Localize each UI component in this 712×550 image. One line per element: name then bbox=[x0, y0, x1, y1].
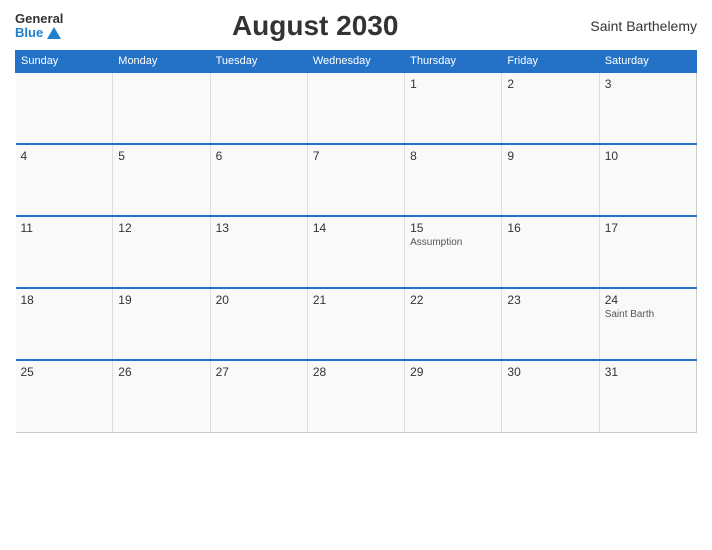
location-label: Saint Barthelemy bbox=[567, 18, 697, 34]
day-number: 14 bbox=[313, 221, 399, 235]
calendar-header: General Blue August 2030 Saint Barthelem… bbox=[15, 10, 697, 42]
calendar-cell: 27 bbox=[210, 360, 307, 432]
calendar-table: Sunday Monday Tuesday Wednesday Thursday… bbox=[15, 50, 697, 433]
calendar-cell bbox=[210, 72, 307, 144]
day-number: 19 bbox=[118, 293, 204, 307]
day-number: 30 bbox=[507, 365, 593, 379]
calendar-week-row: 456789 10 bbox=[16, 144, 697, 216]
day-number: 2 bbox=[507, 77, 593, 91]
day-number: 11 bbox=[21, 221, 108, 235]
day-number: 29 bbox=[410, 365, 496, 379]
calendar-cell bbox=[16, 72, 113, 144]
calendar-cell: 29 bbox=[405, 360, 502, 432]
logo-general-text: General bbox=[15, 12, 63, 26]
calendar-cell: 15 Assumption bbox=[405, 216, 502, 288]
calendar-cell: 2 bbox=[502, 72, 599, 144]
calendar-cell: 21 bbox=[307, 288, 404, 360]
calendar-cell: 17 bbox=[599, 216, 696, 288]
day-number: 18 bbox=[21, 293, 108, 307]
calendar-title: August 2030 bbox=[63, 10, 567, 42]
day-number: 26 bbox=[118, 365, 204, 379]
day-number: 9 bbox=[507, 149, 593, 163]
day-number: 3 bbox=[605, 77, 691, 91]
header-wednesday: Wednesday bbox=[307, 51, 404, 73]
header-friday: Friday bbox=[502, 51, 599, 73]
day-number: 28 bbox=[313, 365, 399, 379]
day-number: 20 bbox=[216, 293, 302, 307]
day-number: 7 bbox=[313, 149, 399, 163]
calendar-cell: 19 bbox=[113, 288, 210, 360]
day-number: 12 bbox=[118, 221, 204, 235]
day-number: 16 bbox=[507, 221, 593, 235]
day-number: 13 bbox=[216, 221, 302, 235]
day-number: 27 bbox=[216, 365, 302, 379]
calendar-cell: 31 bbox=[599, 360, 696, 432]
calendar-cell: 22 bbox=[405, 288, 502, 360]
day-number: 5 bbox=[118, 149, 204, 163]
day-event-label: Assumption bbox=[410, 237, 496, 248]
logo-triangle-icon bbox=[47, 27, 61, 39]
day-number: 21 bbox=[313, 293, 399, 307]
calendar-cell bbox=[113, 72, 210, 144]
calendar-cell: 26 bbox=[113, 360, 210, 432]
day-number: 1 bbox=[410, 77, 496, 91]
header-sunday: Sunday bbox=[16, 51, 113, 73]
day-number: 15 bbox=[410, 221, 496, 235]
calendar-cell: 28 bbox=[307, 360, 404, 432]
header-monday: Monday bbox=[113, 51, 210, 73]
calendar-page: General Blue August 2030 Saint Barthelem… bbox=[0, 0, 712, 550]
day-number: 8 bbox=[410, 149, 496, 163]
calendar-cell: 23 bbox=[502, 288, 599, 360]
calendar-cell: 25 bbox=[16, 360, 113, 432]
calendar-cell: 30 bbox=[502, 360, 599, 432]
calendar-week-row: 18 19 20 21 22 23 24 Saint Barth bbox=[16, 288, 697, 360]
day-number: 4 bbox=[21, 149, 108, 163]
calendar-cell bbox=[307, 72, 404, 144]
calendar-cell: 16 bbox=[502, 216, 599, 288]
calendar-cell: 1 bbox=[405, 72, 502, 144]
calendar-cell: 3 bbox=[599, 72, 696, 144]
day-number: 10 bbox=[605, 149, 691, 163]
calendar-cell: 24 Saint Barth bbox=[599, 288, 696, 360]
calendar-week-row: 11 12 13 14 15 Assumption 16 17 bbox=[16, 216, 697, 288]
calendar-cell: 6 bbox=[210, 144, 307, 216]
calendar-cell: 13 bbox=[210, 216, 307, 288]
calendar-cell: 9 bbox=[502, 144, 599, 216]
calendar-cell: 5 bbox=[113, 144, 210, 216]
day-number: 23 bbox=[507, 293, 593, 307]
day-event-label: Saint Barth bbox=[605, 309, 691, 320]
header-saturday: Saturday bbox=[599, 51, 696, 73]
logo: General Blue bbox=[15, 12, 63, 41]
calendar-cell: 12 bbox=[113, 216, 210, 288]
day-number: 25 bbox=[21, 365, 108, 379]
calendar-cell: 8 bbox=[405, 144, 502, 216]
header-thursday: Thursday bbox=[405, 51, 502, 73]
day-number: 24 bbox=[605, 293, 691, 307]
calendar-cell: 7 bbox=[307, 144, 404, 216]
day-number: 31 bbox=[605, 365, 691, 379]
calendar-cell: 20 bbox=[210, 288, 307, 360]
day-number: 22 bbox=[410, 293, 496, 307]
logo-blue-text: Blue bbox=[15, 26, 43, 40]
calendar-cell: 10 bbox=[599, 144, 696, 216]
calendar-cell: 18 bbox=[16, 288, 113, 360]
calendar-cell: 4 bbox=[16, 144, 113, 216]
day-number: 6 bbox=[216, 149, 302, 163]
calendar-week-row: 25 26 27 28 29 30 31 bbox=[16, 360, 697, 432]
calendar-cell: 14 bbox=[307, 216, 404, 288]
day-number: 17 bbox=[605, 221, 691, 235]
weekday-header-row: Sunday Monday Tuesday Wednesday Thursday… bbox=[16, 51, 697, 73]
calendar-cell: 11 bbox=[16, 216, 113, 288]
header-tuesday: Tuesday bbox=[210, 51, 307, 73]
calendar-week-row: 123 bbox=[16, 72, 697, 144]
